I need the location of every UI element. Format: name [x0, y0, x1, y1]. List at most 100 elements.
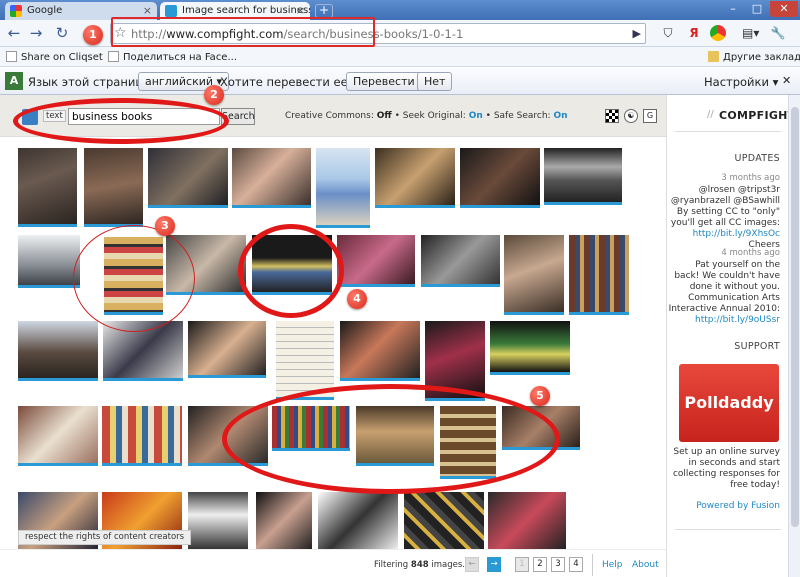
image-thumbnail[interactable]: [318, 492, 398, 549]
other-bookmarks-label: Другие закладки: [723, 52, 800, 63]
image-thumbnail[interactable]: [544, 148, 622, 205]
bookmark-label: Поделиться на Face...: [123, 52, 237, 63]
image-thumbnail[interactable]: [18, 321, 98, 381]
filtering-count: Filtering 848 images.: [374, 560, 465, 570]
page-footer: Filtering 848 images. ← → 1 2 3 4 Help A…: [0, 549, 666, 577]
cc-toggle[interactable]: Off: [377, 111, 392, 121]
page-icon: [108, 51, 119, 62]
support-heading: SUPPORT: [734, 341, 780, 352]
image-thumbnail[interactable]: [340, 321, 420, 381]
bookmark-share-cliqset[interactable]: Share on Cliqset: [6, 51, 103, 63]
folder-icon: [708, 51, 719, 62]
image-thumbnail[interactable]: [18, 148, 77, 227]
no-translate-button[interactable]: Нет: [417, 72, 453, 91]
chrome-extension-icon[interactable]: [710, 25, 726, 41]
image-thumbnail[interactable]: [404, 492, 484, 549]
image-thumbnail[interactable]: [316, 148, 370, 228]
mosaic-view-icon[interactable]: [605, 109, 619, 123]
scrollbar-thumb[interactable]: [791, 107, 799, 527]
image-thumbnail[interactable]: [504, 235, 564, 315]
page-3[interactable]: 3: [551, 557, 565, 572]
next-page-icon[interactable]: →: [487, 557, 501, 572]
maximize-button[interactable]: □: [746, 1, 768, 17]
back-button[interactable]: ←: [4, 23, 24, 43]
safe-toggle[interactable]: On: [553, 111, 567, 121]
image-thumbnail[interactable]: [256, 492, 312, 549]
image-thumbnail[interactable]: [490, 321, 570, 375]
sidebar-divider: [675, 131, 781, 132]
about-link[interactable]: About: [632, 560, 659, 570]
image-thumbnail[interactable]: [337, 235, 415, 287]
search-filters: Creative Commons: Off • Seek Original: O…: [285, 111, 568, 121]
page-viewport: text Search Creative Commons: Off • Seek…: [0, 95, 795, 577]
forward-button[interactable]: →: [26, 23, 46, 43]
wrench-menu-icon[interactable]: 🔧: [770, 25, 786, 41]
translate-logo-icon: A: [5, 72, 23, 90]
bookmark-share-facebook[interactable]: Поделиться на Face...: [108, 51, 237, 63]
annotation-badge: 3: [155, 216, 175, 236]
annotation-badge: 4: [347, 289, 367, 309]
update-body: @lrosen @tripst3r @ryanbrazell @BSawhill…: [670, 185, 780, 228]
translate-question: Хотите перевести ее?: [220, 75, 354, 89]
image-thumbnail[interactable]: [102, 406, 182, 466]
image-thumbnail[interactable]: [375, 148, 455, 208]
translate-bar: A Язык этой страницы английский ▾ Хотите…: [0, 68, 800, 95]
close-tab-icon[interactable]: ×: [143, 4, 152, 17]
translate-button[interactable]: Перевести: [346, 72, 422, 91]
filtering-prefix: Filtering: [374, 560, 411, 570]
page-2[interactable]: 2: [533, 557, 547, 572]
brand-name[interactable]: COMPFIGHT: [719, 109, 795, 122]
other-bookmarks[interactable]: Другие закладки: [708, 51, 800, 63]
update-text: Pat yourself on the back! We couldn't ha…: [668, 260, 780, 326]
sidebar: // COMPFIGHT UPDATES 3 months ago @lrose…: [666, 95, 795, 577]
prev-page-icon[interactable]: ←: [465, 557, 479, 572]
tab-title: Google: [27, 5, 63, 16]
minimize-button[interactable]: –: [722, 1, 744, 17]
translate-icon[interactable]: ⛉: [660, 25, 676, 41]
image-thumbnail[interactable]: [84, 148, 143, 227]
image-thumbnail[interactable]: [460, 148, 540, 208]
rss-icon[interactable]: ☯: [624, 109, 638, 123]
page-menu-icon[interactable]: ▤▾: [742, 25, 759, 41]
books-highlight-ring: [238, 224, 344, 318]
tab-title: Image search for business ...: [182, 5, 310, 16]
page-1[interactable]: 1: [515, 557, 529, 572]
sidebar-divider: [675, 529, 781, 530]
translate-close-icon[interactable]: ✕: [782, 74, 791, 87]
reload-button[interactable]: ↻: [52, 23, 72, 43]
annotation-badge: 1: [83, 25, 103, 45]
update-link[interactable]: http://bit.ly/9oUSsr: [695, 315, 780, 325]
new-tab-button[interactable]: +: [315, 4, 333, 18]
vertical-scrollbar[interactable]: [788, 95, 800, 577]
google-icon[interactable]: G: [643, 109, 657, 123]
filtering-number: 848: [410, 560, 429, 570]
yandex-icon[interactable]: Я: [686, 25, 702, 41]
image-thumbnail[interactable]: [488, 492, 566, 549]
annotation-badge: 5: [530, 386, 550, 406]
image-thumbnail[interactable]: [188, 492, 248, 549]
page-4[interactable]: 4: [569, 557, 583, 572]
update-link[interactable]: http://bit.ly/9XhsOc: [693, 229, 780, 239]
respect-rights-banner[interactable]: respect the rights of content creators: [18, 530, 192, 545]
go-icon[interactable]: ▶: [633, 27, 641, 40]
update-time: 3 months ago: [721, 173, 780, 183]
image-thumbnail[interactable]: [421, 235, 500, 287]
image-thumbnail[interactable]: [18, 235, 80, 288]
polldaddy-ad-logo[interactable]: Polldaddy: [679, 364, 779, 442]
image-thumbnail[interactable]: [18, 406, 98, 466]
update-body: Pat yourself on the back! We couldn't ha…: [668, 260, 780, 314]
page-icon: [6, 51, 17, 62]
update-text: @lrosen @tripst3r @ryanbrazell @BSawhill…: [668, 185, 780, 251]
translate-settings[interactable]: Настройки ▾: [704, 75, 778, 89]
help-link[interactable]: Help: [602, 560, 623, 570]
image-thumbnail[interactable]: [188, 321, 266, 378]
image-thumbnail[interactable]: [148, 148, 228, 208]
window-close-button[interactable]: ✕: [770, 1, 798, 17]
ad-text: Set up an online survey in seconds and s…: [672, 447, 780, 490]
image-thumbnail[interactable]: [569, 235, 629, 315]
image-thumbnail[interactable]: [232, 148, 311, 208]
close-tab-icon[interactable]: ×: [296, 4, 305, 17]
cc-label: Creative Commons:: [285, 111, 374, 121]
seek-toggle[interactable]: On: [469, 111, 483, 121]
powered-by-link[interactable]: Powered by Fusion: [696, 501, 780, 511]
